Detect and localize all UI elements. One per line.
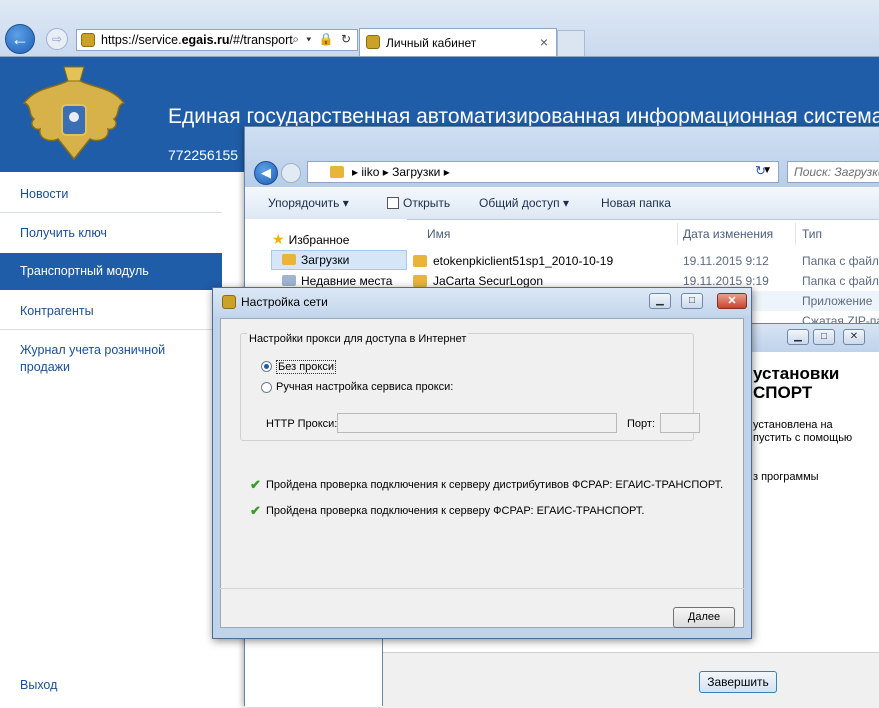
breadcrumb: ▸ iiko ▸ Загрузки ▸: [352, 165, 450, 179]
breadcrumb-item[interactable]: Загрузки: [392, 165, 440, 179]
new-folder-button[interactable]: Новая папка: [601, 196, 671, 210]
manual-proxy-label[interactable]: Ручная настройка сервиса прокси:: [276, 381, 453, 393]
explorer-back-button[interactable]: ◀: [254, 161, 278, 185]
site-favicon-icon: [81, 33, 95, 47]
connection-check-fsrar: Пройдена проверка подключения к серверу …: [266, 505, 645, 517]
no-proxy-label[interactable]: Без прокси: [276, 360, 336, 374]
explorer-search-input[interactable]: Поиск: Загрузки: [787, 161, 879, 183]
sidebar-item-get-key[interactable]: Получить ключ: [0, 225, 222, 242]
address-url: https://service.egais.ru/#/transport: [101, 33, 293, 47]
address-tools-icon[interactable]: ⌕ ▾ 🔒 ↻: [292, 32, 353, 47]
finish-button[interactable]: Завершить: [699, 671, 777, 693]
new-tab-button[interactable]: [557, 30, 585, 56]
installer-text: з программы: [753, 471, 819, 483]
close-icon[interactable]: ✕: [717, 293, 747, 309]
column-header-date[interactable]: Дата изменения: [683, 227, 773, 241]
sidebar-item-news[interactable]: Новости: [0, 186, 222, 203]
close-icon[interactable]: ✕: [843, 329, 865, 345]
sidebar-item-transport-module[interactable]: Транспортный модуль: [0, 253, 222, 290]
dialog-title: Настройка сети: [241, 295, 328, 309]
open-button[interactable]: Открыть: [387, 196, 450, 210]
connection-check-distributives: Пройдена проверка подключения к серверу …: [266, 479, 724, 491]
file-type: Папка с файла: [802, 274, 879, 288]
forward-button[interactable]: ⇨: [46, 28, 68, 50]
file-type: Папка с файла: [802, 254, 879, 268]
share-button[interactable]: Общий доступ ▾: [479, 196, 569, 210]
installer-footer: Завершить: [383, 652, 879, 708]
manual-proxy-radio[interactable]: [261, 382, 272, 393]
organize-button[interactable]: Упорядочить ▾: [268, 196, 349, 210]
minimize-icon[interactable]: ▁: [649, 293, 671, 309]
no-proxy-radio[interactable]: [261, 361, 272, 372]
column-divider: [795, 223, 796, 245]
tab-title: Личный кабинет: [386, 36, 477, 50]
browser-tab[interactable]: Личный кабинет ×: [359, 28, 557, 56]
refresh-icon[interactable]: ↻: [755, 163, 766, 179]
dialog-footer: [220, 588, 744, 629]
eagle-emblem-icon: [22, 66, 126, 161]
http-proxy-input[interactable]: [337, 413, 617, 433]
address-bar[interactable]: https://service.egais.ru/#/transport ⌕ ▾…: [76, 29, 358, 51]
port-input[interactable]: [660, 413, 700, 433]
open-icon: [387, 197, 399, 209]
column-header-type[interactable]: Тип: [802, 227, 822, 241]
file-date: 19.11.2015 9:12: [683, 254, 769, 268]
site-sidebar: Новости Получить ключ Транспортный модул…: [0, 172, 222, 706]
column-header-name[interactable]: Имя: [427, 227, 450, 241]
installer-heading: установки СПОРТ: [753, 364, 840, 402]
app-icon: [222, 295, 236, 309]
maximize-icon[interactable]: □: [813, 329, 835, 345]
http-proxy-label: HTTP Прокси:: [266, 418, 338, 430]
logout-link[interactable]: Выход: [0, 677, 222, 694]
nav-favorites[interactable]: ★ Избранное: [272, 231, 349, 248]
column-divider: [677, 223, 678, 245]
maximize-icon[interactable]: □: [681, 293, 703, 309]
folder-icon: [330, 166, 344, 178]
explorer-path-bar[interactable]: ▸ iiko ▸ Загрузки ▸ ▼: [307, 161, 779, 183]
folder-icon: [413, 255, 427, 267]
file-name: JaCarta SecurLogon: [433, 274, 544, 288]
file-type: Приложение: [802, 294, 873, 308]
network-settings-dialog: Настройка сети ▁ □ ✕ Настройки прокси дл…: [212, 287, 752, 639]
back-button[interactable]: ←: [5, 24, 35, 54]
file-row[interactable]: etokenpkiclient51sp1_2010-10-19 19.11.20…: [409, 251, 879, 271]
sidebar-item-retail-journal[interactable]: Журнал учета розничной продажи: [0, 342, 190, 376]
minimize-icon[interactable]: ▁: [787, 329, 809, 345]
recent-places-icon: [282, 275, 296, 286]
nav-downloads[interactable]: Загрузки: [282, 253, 349, 267]
sidebar-divider: [0, 329, 222, 330]
nav-recent-places[interactable]: Недавние места: [282, 274, 392, 288]
check-icon: ✔: [250, 503, 261, 518]
search-placeholder: Поиск: Загрузки: [794, 165, 879, 179]
check-icon: ✔: [250, 477, 261, 492]
sidebar-item-counterparties[interactable]: Контрагенты: [0, 303, 222, 320]
breadcrumb-item[interactable]: iiko: [361, 165, 379, 179]
port-label: Порт:: [627, 418, 655, 430]
sidebar-divider: [0, 212, 222, 213]
tab-favicon-icon: [366, 35, 380, 49]
explorer-forward-button[interactable]: [281, 163, 301, 183]
folder-icon: [413, 275, 427, 287]
downloads-folder-icon: [282, 254, 296, 265]
organization-inn: 772256155: [168, 147, 239, 163]
star-icon: ★: [272, 231, 285, 247]
explorer-toolbar: Упорядочить ▾ Открыть Общий доступ ▾ Нов…: [245, 187, 879, 220]
file-date: 19.11.2015 9:19: [683, 274, 769, 288]
close-tab-icon[interactable]: ×: [540, 34, 548, 50]
dialog-titlebar: Настройка сети ▁ □ ✕: [213, 288, 751, 316]
proxy-group-label: Настройки прокси для доступа в Интернет: [247, 333, 469, 345]
installer-text: установлена на пустить с помощью: [753, 419, 853, 444]
file-name: etokenpkiclient51sp1_2010-10-19: [433, 254, 614, 268]
next-button[interactable]: Далее: [673, 607, 735, 628]
